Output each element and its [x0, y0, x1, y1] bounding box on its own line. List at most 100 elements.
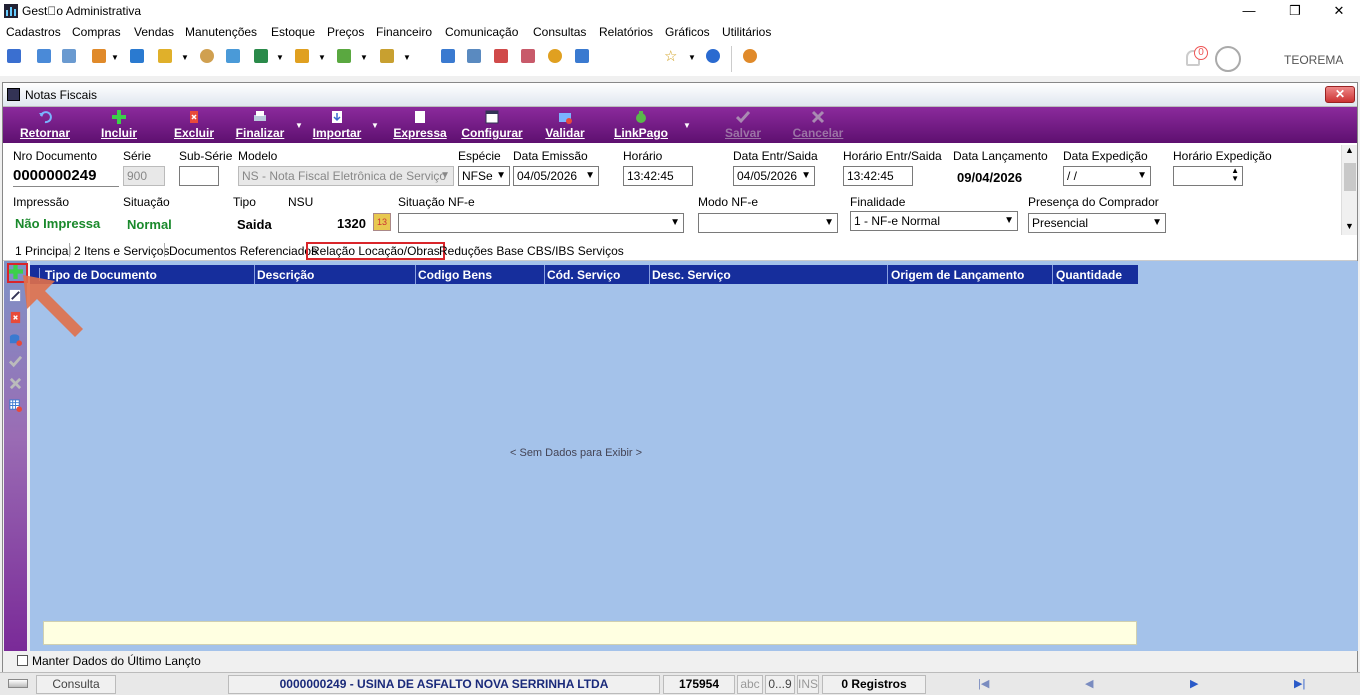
menu-manutencoes[interactable]: Manutenções [185, 25, 257, 39]
menu-consultas[interactable]: Consultas [533, 25, 586, 39]
incluir-button[interactable]: Incluir [97, 107, 141, 143]
toolbar-calculator-icon[interactable] [467, 49, 481, 63]
user-avatar-icon[interactable] [1215, 46, 1241, 72]
toolbar-folder-icon[interactable] [158, 49, 172, 63]
horario-entr-field[interactable]: 13:42:45 [843, 166, 913, 186]
subserie-field[interactable] [179, 166, 219, 186]
toolbar-list-icon[interactable] [92, 49, 106, 63]
toolbar-money-icon[interactable] [337, 49, 351, 63]
nsu-lookup-icon[interactable]: 13 [373, 213, 391, 231]
nro-documento-field[interactable]: 0000000249 [13, 165, 119, 187]
tab-relacao-locacao-obras[interactable]: Relação Locação/Obras [306, 242, 445, 260]
toolbar-grid-icon[interactable] [441, 49, 455, 63]
first-record-icon[interactable]: |◀ [978, 677, 989, 690]
menu-precos[interactable]: Preços [327, 25, 364, 39]
grid-settings-icon[interactable] [9, 399, 22, 412]
scroll-up-icon[interactable]: ▲ [1345, 145, 1354, 155]
maximize-button[interactable]: ❒ [1272, 0, 1318, 22]
toolbar-doc-icon[interactable] [130, 49, 144, 63]
tab-reducoes-base[interactable]: Reduções Base CBS/IBS Serviços [439, 244, 624, 258]
configurar-button[interactable]: Configurar [459, 107, 525, 143]
power-icon[interactable] [743, 49, 757, 63]
menu-estoque[interactable]: Estoque [271, 25, 315, 39]
data-expedicao-field[interactable]: / / ▼ [1063, 166, 1151, 186]
menu-vendas[interactable]: Vendas [134, 25, 174, 39]
excluir-button[interactable]: Excluir [171, 107, 217, 143]
toolbar-card-icon[interactable] [62, 49, 76, 63]
prev-record-icon[interactable]: ◀ [1085, 677, 1093, 690]
tab-documentos-referenciados[interactable]: Documentos Referenciados [169, 244, 317, 258]
situacao-nfe-select[interactable]: ▼ [398, 213, 684, 233]
manter-dados-checkbox[interactable]: Manter Dados do Último Lançto [17, 654, 201, 668]
menu-graficos[interactable]: Gráficos [665, 25, 710, 39]
checkbox-box[interactable] [17, 655, 28, 666]
toolbar-list-dropdown-icon[interactable]: ▼ [111, 53, 119, 62]
tab-itens-servicos[interactable]: 2 Itens e Serviços [74, 244, 169, 258]
modelo-select[interactable]: NS - Nota Fiscal Eletrônica de Serviço ▼ [238, 166, 454, 186]
menu-comunicacao[interactable]: Comunicação [445, 25, 518, 39]
menu-financeiro[interactable]: Financeiro [376, 25, 432, 39]
horario-expedicao-field[interactable]: ▲ ▼ [1173, 166, 1243, 186]
scroll-thumb[interactable] [1344, 163, 1356, 191]
toolbar-folder-dropdown-icon[interactable]: ▼ [181, 53, 189, 62]
cancelar-button[interactable]: Cancelar [787, 107, 849, 143]
col-descricao[interactable]: Descrição [257, 268, 314, 282]
finalizar-dropdown-icon[interactable]: ▼ [295, 121, 303, 130]
menu-utilitarios[interactable]: Utilitários [722, 25, 771, 39]
toolbar-people-icon[interactable] [37, 49, 51, 63]
minimize-button[interactable]: — [1226, 0, 1272, 22]
col-cod-servico[interactable]: Cód. Serviço [547, 268, 620, 282]
col-origem-lancamento[interactable]: Origem de Lançamento [891, 268, 1024, 282]
toolbar-agenda-icon[interactable] [521, 49, 535, 63]
menu-compras[interactable]: Compras [72, 25, 121, 39]
toolbar-calendar-icon[interactable] [494, 49, 508, 63]
salvar-button[interactable]: Salvar [715, 107, 771, 143]
toolbar-user-icon[interactable] [200, 49, 214, 63]
col-desc-servico[interactable]: Desc. Serviço [652, 268, 731, 282]
col-codigo-bens[interactable]: Codigo Bens [418, 268, 492, 282]
toolbar-cart-dropdown-icon[interactable]: ▼ [276, 53, 284, 62]
importar-button[interactable]: Importar [307, 107, 367, 143]
close-button[interactable]: ✕ [1316, 0, 1360, 22]
toolbar-cart-icon[interactable] [254, 49, 268, 63]
linkpago-button[interactable]: LinkPago [607, 107, 675, 143]
finalizar-button[interactable]: Finalizar [233, 107, 287, 143]
toolbar-clock-icon[interactable] [548, 49, 562, 63]
importar-dropdown-icon[interactable]: ▼ [371, 121, 379, 130]
info-icon[interactable] [706, 49, 720, 63]
toolbar-money-dropdown-icon[interactable]: ▼ [360, 53, 368, 62]
child-close-button[interactable]: ✕ [1325, 86, 1355, 103]
form-scrollbar[interactable]: ▲ ▼ [1341, 145, 1357, 235]
modo-nfe-select[interactable]: ▼ [698, 213, 838, 233]
confirm-row-icon[interactable] [9, 355, 22, 368]
cancel-row-icon[interactable] [9, 377, 22, 390]
menu-relatorios[interactable]: Relatórios [599, 25, 653, 39]
star-icon[interactable]: ☆ [664, 47, 677, 65]
toolbar-s-icon[interactable] [226, 49, 240, 63]
horario-field[interactable]: 13:42:45 [623, 166, 693, 186]
especie-select[interactable]: NFSe ▼ [458, 166, 510, 186]
last-record-icon[interactable]: ▶| [1294, 677, 1305, 690]
data-emissao-field[interactable]: 04/05/2026 ▼ [513, 166, 599, 186]
tab-principal[interactable]: 1 Principal [15, 244, 71, 258]
presenca-select[interactable]: Presencial ▼ [1028, 213, 1166, 233]
validar-button[interactable]: Validar [539, 107, 591, 143]
finalidade-select[interactable]: 1 - NF-e Normal ▼ [850, 211, 1018, 231]
menu-cadastros[interactable]: Cadastros [6, 25, 61, 39]
toolbar-box-icon[interactable] [295, 49, 309, 63]
toolbar-finance-dropdown-icon[interactable]: ▼ [403, 53, 411, 62]
star-dropdown-icon[interactable]: ▼ [688, 53, 696, 62]
expressa-button[interactable]: Expressa [391, 107, 449, 143]
linkpago-dropdown-icon[interactable]: ▼ [683, 121, 691, 130]
toolbar-window-icon[interactable] [575, 49, 589, 63]
toolbar-cadastro-icon[interactable] [7, 49, 21, 63]
toolbar-finance-icon[interactable] [380, 49, 394, 63]
data-entr-field[interactable]: 04/05/2026 ▼ [733, 166, 815, 186]
next-record-icon[interactable]: ▶ [1190, 677, 1198, 690]
retornar-button[interactable]: Retornar [15, 107, 75, 143]
spinner-icon[interactable]: ▲ ▼ [1231, 167, 1239, 183]
serie-field[interactable]: 900 [123, 166, 165, 186]
col-quantidade[interactable]: Quantidade [1056, 268, 1122, 282]
scroll-down-icon[interactable]: ▼ [1345, 221, 1354, 231]
toolbar-box-dropdown-icon[interactable]: ▼ [318, 53, 326, 62]
